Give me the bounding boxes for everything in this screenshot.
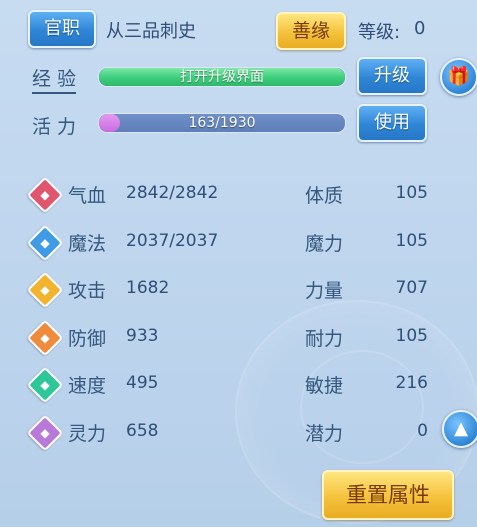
stat-name: 防御: [68, 328, 107, 350]
title-button[interactable]: 官职: [28, 10, 96, 48]
level-value: 0: [414, 18, 426, 39]
mana-icon-glyph: ◆: [40, 236, 50, 250]
attribute-name: 潜力: [305, 423, 344, 445]
stat-value: 495: [126, 373, 159, 393]
gift-icon: 🎁: [447, 66, 471, 87]
stat-value: 658: [126, 421, 159, 441]
spirit-icon-glyph: ◆: [40, 426, 50, 440]
character-attributes-panel: 官职 从三品刺史 善缘 等级: 0 经 验 打开升级界面 升级 🎁 活 力 16…: [0, 0, 477, 527]
speed-icon-glyph: ◆: [40, 378, 50, 392]
level-label: 等级:: [358, 22, 401, 43]
attack-icon-glyph: ◆: [40, 283, 50, 297]
attribute-name: 力量: [305, 280, 344, 302]
lotus-decoration-inner: [300, 350, 424, 464]
upgrade-button[interactable]: 升级: [357, 57, 427, 95]
attack-icon: ◆: [26, 271, 64, 309]
attribute-value: 105: [395, 231, 428, 251]
stat-value: 2842/2842: [126, 183, 219, 203]
add-points-button[interactable]: ▲: [442, 410, 477, 448]
rank-text: 从三品刺史: [106, 21, 196, 42]
stat-name: 魔法: [68, 233, 107, 255]
mana-icon: ◆: [26, 224, 64, 262]
stat-value: 1682: [126, 278, 170, 298]
attribute-value: 105: [395, 183, 428, 203]
vitality-label: 活 力: [32, 116, 77, 138]
stat-name: 气血: [68, 185, 107, 207]
stat-value: 933: [126, 326, 159, 346]
attribute-value: 216: [395, 373, 428, 393]
speed-icon: ◆: [26, 366, 64, 404]
spirit-icon: ◆: [26, 414, 64, 452]
attribute-value: 0: [417, 421, 428, 441]
exp-bar[interactable]: 打开升级界面: [98, 67, 346, 87]
exp-bar-text: 打开升级界面: [180, 69, 264, 85]
defense-icon-glyph: ◆: [40, 331, 50, 345]
attribute-name: 耐力: [305, 328, 344, 350]
attribute-name: 体质: [305, 185, 344, 207]
vitality-bar: 163/1930: [98, 113, 346, 133]
attribute-value: 105: [395, 326, 428, 346]
exp-label: 经 验: [32, 64, 77, 94]
heart-icon-glyph: ◆: [40, 188, 50, 202]
arrow-up-icon: ▲: [454, 418, 468, 439]
use-button[interactable]: 使用: [357, 104, 427, 142]
reset-attributes-button[interactable]: 重置属性: [322, 470, 454, 520]
stat-name: 灵力: [68, 423, 107, 445]
karma-button[interactable]: 善缘: [276, 12, 346, 50]
attribute-name: 魔力: [305, 233, 344, 255]
attribute-name: 敏捷: [305, 375, 344, 397]
gift-button[interactable]: 🎁: [440, 58, 477, 96]
attribute-value: 707: [395, 278, 428, 298]
stat-name: 速度: [68, 375, 107, 397]
defense-icon: ◆: [26, 319, 64, 357]
stat-value: 2037/2037: [126, 231, 219, 251]
stat-name: 攻击: [68, 280, 107, 302]
vitality-bar-text: 163/1930: [188, 115, 256, 131]
heart-icon: ◆: [26, 176, 64, 214]
